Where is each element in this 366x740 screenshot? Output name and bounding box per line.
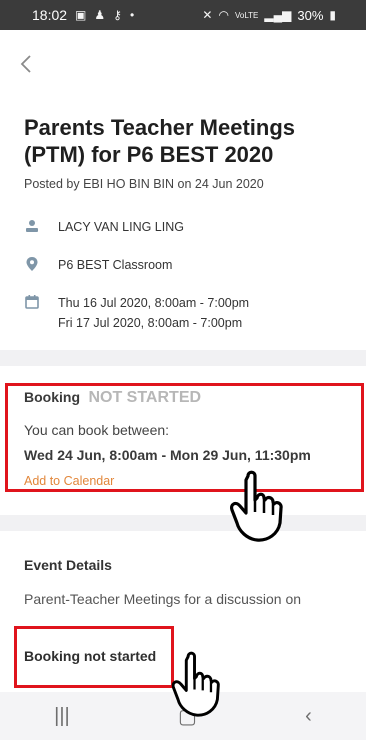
location-name: P6 BEST Classroom [58, 258, 173, 272]
mute-icon: ✕ [202, 8, 213, 22]
image-icon: ▣ [75, 8, 87, 22]
posted-by: Posted by EBI HO BIN BIN on 24 Jun 2020 [24, 177, 264, 191]
event-details-title: Event Details [24, 557, 112, 573]
pointing-hand-icon-2 [171, 651, 220, 717]
event-details-text: Parent-Teacher Meetings for a discussion… [24, 591, 302, 607]
location-pin-icon [26, 257, 38, 271]
status-bar: 18:02 ▣ ♟ ⚷ • ✕ ◠ VoLTE ▂▄▆ 30% ▮ [0, 0, 366, 30]
pointing-hand-icon [230, 470, 283, 542]
signal-icon: ▂▄▆ [264, 8, 292, 22]
teacher-row: LACY VAN LING LING [24, 217, 184, 237]
dates-row: Thu 16 Jul 2020, 8:00am - 7:00pm Fri 17 … [24, 293, 249, 333]
status-time: 18:02 [32, 7, 68, 23]
back-icon[interactable]: ‹ [305, 705, 312, 728]
event-date-2: Fri 17 Jul 2020, 8:00am - 7:00pm [58, 316, 243, 330]
recent-apps-icon[interactable]: ||| [54, 705, 70, 728]
page-title: Parents Teacher Meetings (PTM) for P6 BE… [24, 115, 296, 167]
section-divider [0, 350, 366, 366]
wifi-icon: ◠ [218, 8, 229, 22]
teacher-name: LACY VAN LING LING [58, 220, 184, 234]
dot-icon: • [129, 8, 135, 22]
event-date-1: Thu 16 Jul 2020, 8:00am - 7:00pm [58, 296, 250, 310]
not-started-highlight-box [14, 626, 174, 688]
key-icon: ⚷ [113, 8, 122, 22]
booking-highlight-box [5, 383, 364, 492]
back-button[interactable] [20, 52, 32, 78]
figure-icon: ♟ [94, 8, 106, 22]
location-row: P6 BEST Classroom [24, 255, 172, 275]
chevron-left-icon [20, 55, 31, 73]
calendar-icon [25, 295, 39, 309]
battery-percent: 30% [297, 7, 324, 23]
volte-icon: VoLTE [234, 10, 259, 20]
battery-icon: ▮ [329, 8, 336, 22]
section-divider-2 [0, 515, 366, 531]
person-icon [26, 220, 38, 232]
